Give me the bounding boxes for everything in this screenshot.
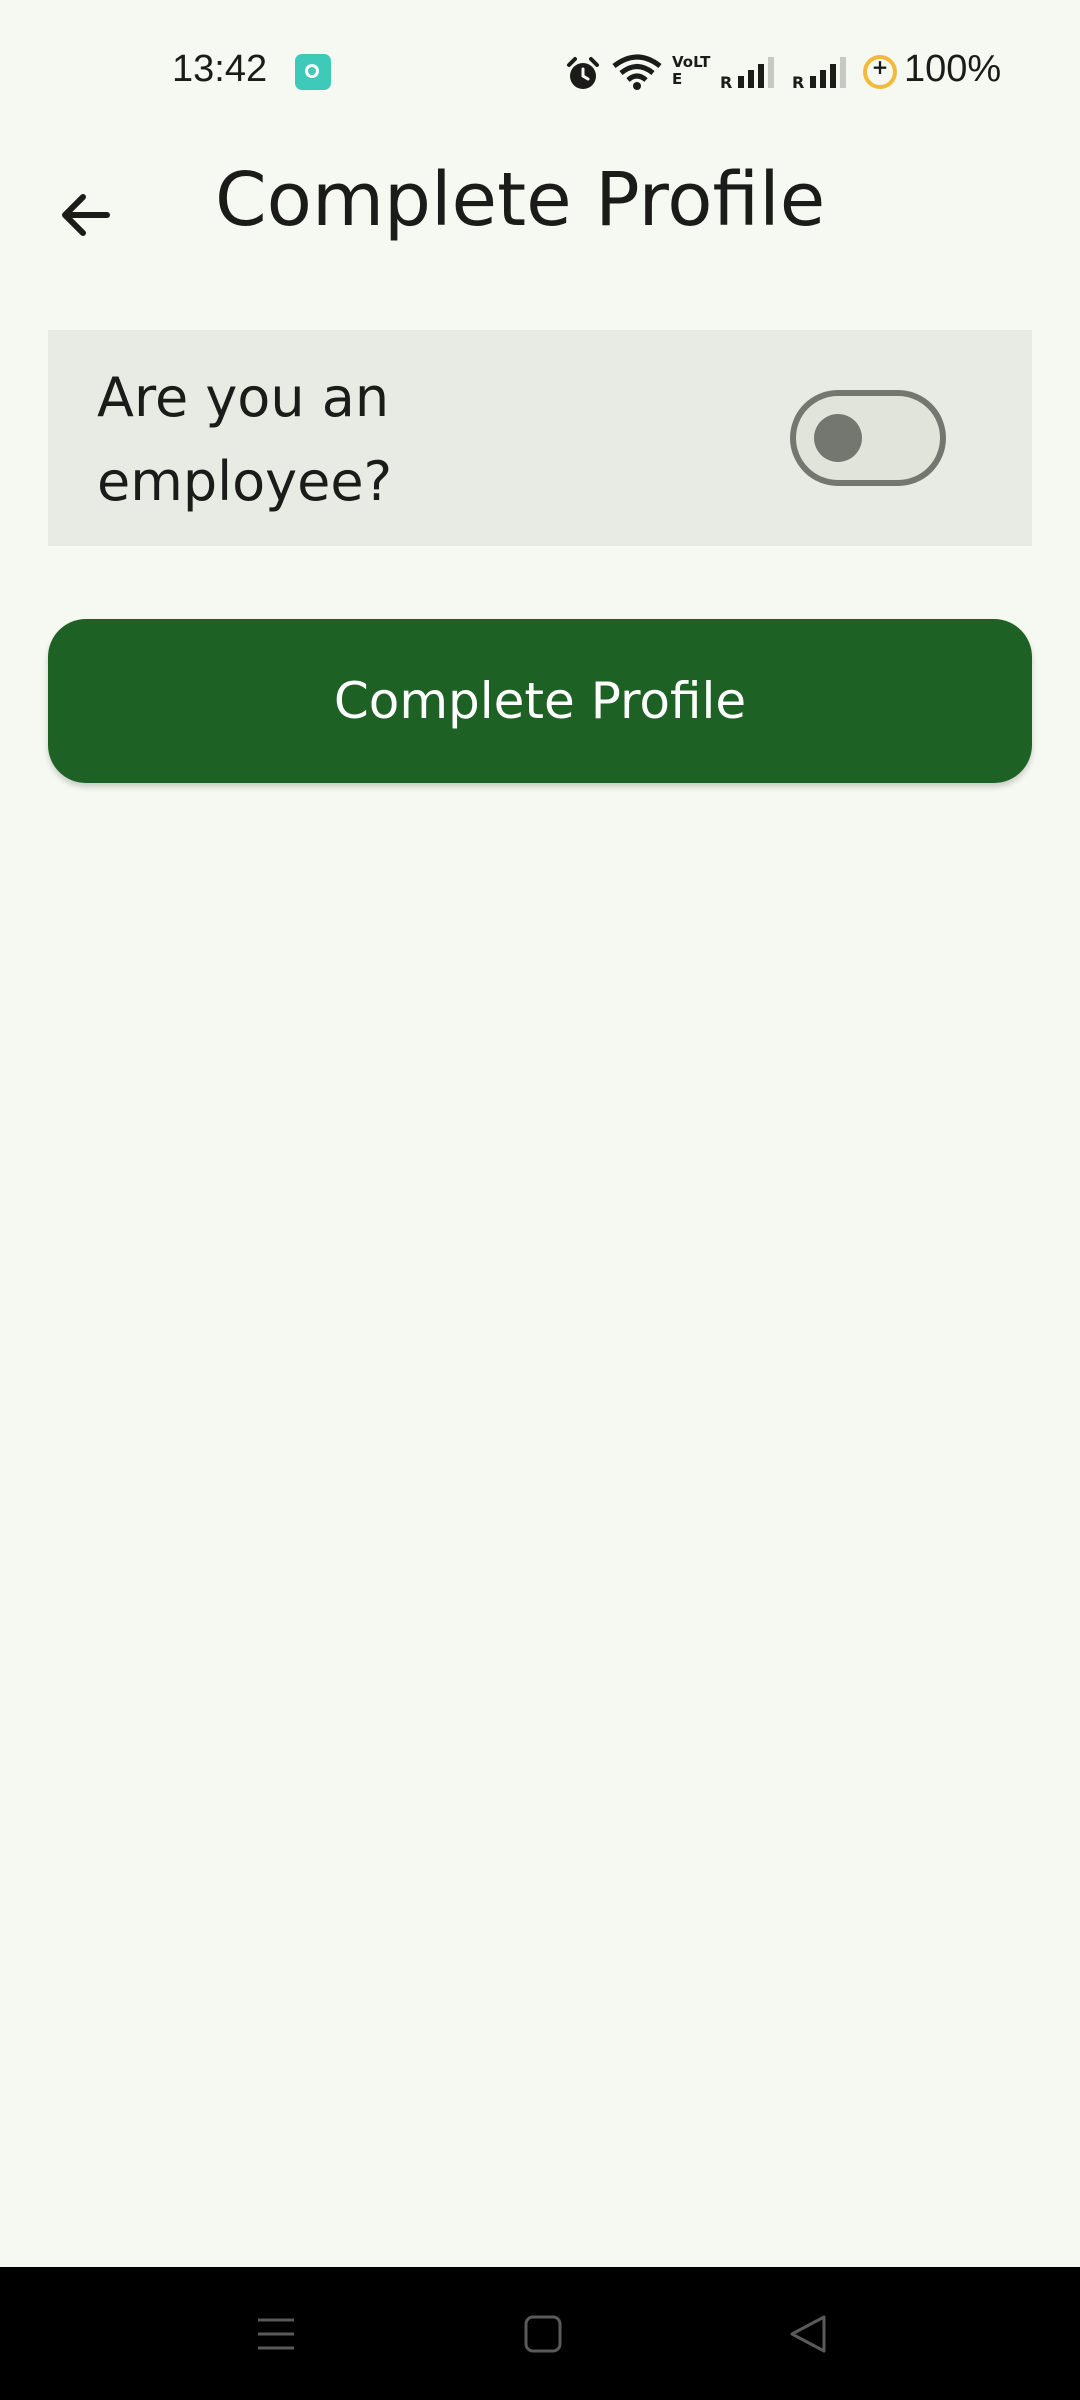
back-button[interactable] bbox=[40, 170, 130, 260]
svg-text:R: R bbox=[720, 73, 732, 90]
signal-icon: R bbox=[792, 57, 846, 90]
home-icon bbox=[524, 2315, 562, 2352]
signal-icon: R bbox=[720, 57, 774, 90]
home-button[interactable] bbox=[503, 2267, 583, 2400]
page-title: Complete Profile bbox=[215, 157, 826, 243]
menu-icon bbox=[258, 2318, 294, 2349]
toggle-thumb bbox=[814, 414, 862, 462]
back-triangle-icon bbox=[790, 2315, 826, 2352]
alarm-icon bbox=[567, 57, 599, 89]
top-app-bar: Complete Profile bbox=[0, 145, 1080, 255]
volte-label: VoLTE bbox=[672, 53, 711, 88]
app-notification-icon bbox=[295, 54, 331, 90]
status-bar: 13:42 VoLTE R R 100% bbox=[0, 0, 1080, 145]
employee-question-label: Are you an employee? bbox=[97, 366, 393, 513]
status-time: 13:42 bbox=[172, 48, 268, 90]
system-nav-bar bbox=[0, 2267, 1080, 2400]
arrow-left-icon bbox=[62, 194, 110, 236]
volte-icon: VoLTE bbox=[672, 54, 712, 88]
svg-text:R: R bbox=[792, 73, 804, 90]
system-back-button[interactable] bbox=[768, 2267, 848, 2400]
battery-saver-icon bbox=[863, 55, 897, 89]
employee-toggle[interactable] bbox=[790, 390, 946, 486]
employee-toggle-card: Are you an employee? bbox=[48, 330, 1032, 546]
wifi-icon bbox=[612, 54, 662, 90]
battery-level: 100% bbox=[904, 48, 1002, 90]
complete-profile-button[interactable]: Complete Profile bbox=[48, 619, 1032, 783]
recent-apps-button[interactable] bbox=[236, 2267, 316, 2400]
